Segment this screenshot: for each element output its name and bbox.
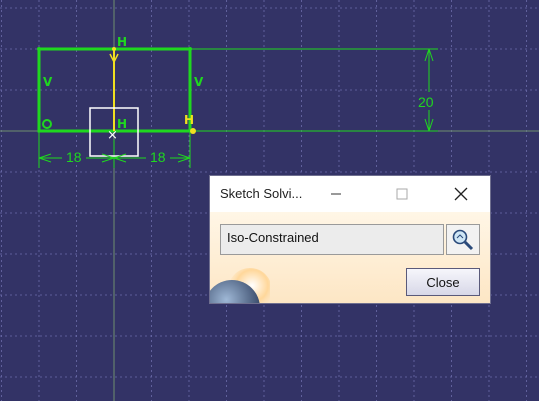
endpoint-top-right[interactable]: [188, 47, 192, 51]
dimension-left-18[interactable]: 18: [66, 149, 82, 165]
endpoint-top-left[interactable]: [37, 47, 41, 51]
title-close-button[interactable]: [438, 176, 484, 212]
close-icon: [454, 187, 468, 201]
solving-status-field: Iso-Constrained: [220, 224, 444, 255]
constraint-horizontal-right[interactable]: H: [184, 113, 194, 127]
dialog-planet-decoration: [210, 268, 270, 303]
dialog-body: Iso-Constrained Close: [210, 212, 490, 303]
constraint-vertical-left[interactable]: V: [43, 75, 53, 89]
constraint-horizontal-bottom[interactable]: H: [117, 117, 127, 131]
endpoint-top-mid[interactable]: [112, 47, 116, 51]
maximize-button[interactable]: [379, 176, 425, 212]
dialog-title: Sketch Solvi...: [220, 186, 303, 201]
magnifier-icon: [452, 229, 474, 250]
minimize-icon: [331, 193, 341, 195]
sketch-analysis-button[interactable]: [446, 224, 480, 255]
dimension-vertical-20[interactable]: 20: [418, 94, 434, 110]
close-button[interactable]: Close: [406, 268, 480, 296]
coincident-constraint-icon[interactable]: [42, 119, 52, 129]
minimize-button[interactable]: [313, 176, 359, 212]
constraint-horizontal-top[interactable]: H: [117, 35, 127, 49]
constraint-vertical-right[interactable]: V: [194, 75, 204, 89]
sketch-solving-status-dialog[interactable]: Sketch Solvi... Iso-Constrained Close: [209, 175, 491, 304]
dialog-titlebar[interactable]: Sketch Solvi...: [210, 176, 490, 212]
endpoint-bottom-right[interactable]: [190, 128, 196, 134]
maximize-icon: [396, 188, 408, 200]
dimension-right-18[interactable]: 18: [150, 149, 166, 165]
